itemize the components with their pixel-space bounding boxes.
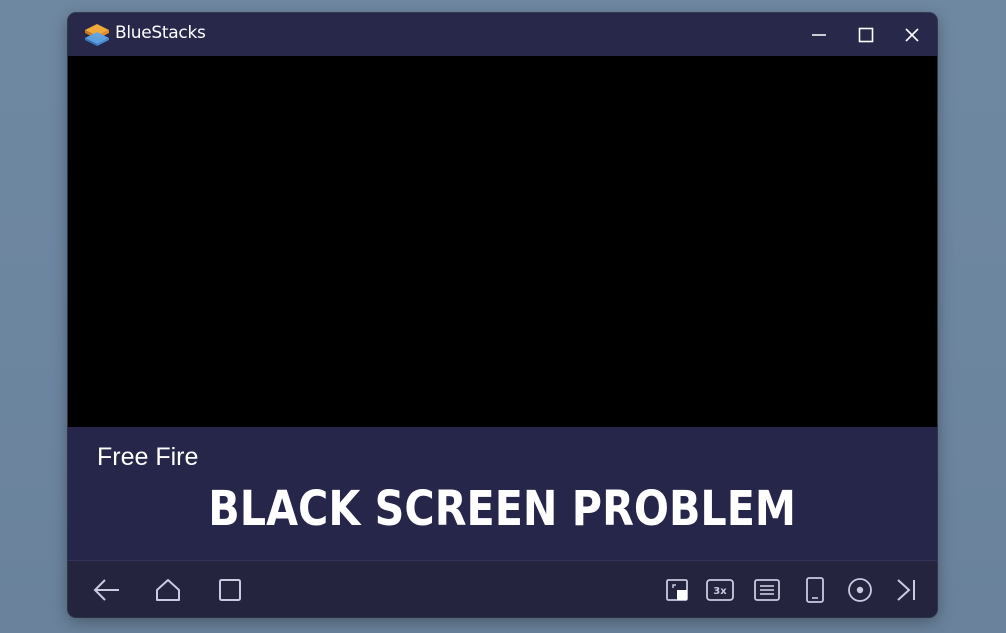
home-icon — [155, 578, 181, 602]
bluestacks-window: BlueStacks Free Fire BLACK SCREEN PROBLE… — [68, 13, 937, 617]
headline: BLACK SCREEN PROBLEM — [208, 481, 796, 537]
bottom-navigation-bar: 3x — [68, 560, 937, 617]
speed-label: 3x — [713, 586, 727, 597]
bluestacks-logo-icon — [84, 22, 110, 46]
record-icon — [847, 577, 873, 603]
menu-list-button[interactable] — [752, 575, 782, 605]
speed-3x-icon: 3x — [706, 579, 734, 601]
skip-end-icon — [895, 578, 917, 602]
close-icon — [904, 27, 920, 43]
caption-panel: Free Fire BLACK SCREEN PROBLEM — [68, 427, 937, 560]
back-icon — [93, 578, 121, 602]
close-button[interactable] — [898, 21, 926, 49]
skip-end-button[interactable] — [891, 575, 921, 605]
tablet-icon — [805, 577, 825, 603]
minimize-icon — [811, 27, 827, 43]
tablet-button[interactable] — [800, 575, 830, 605]
record-button[interactable] — [845, 575, 875, 605]
back-button[interactable] — [92, 575, 122, 605]
minimize-button[interactable] — [805, 21, 833, 49]
recent-apps-button[interactable] — [215, 575, 245, 605]
menu-list-icon — [754, 579, 780, 601]
app-title: BlueStacks — [115, 23, 206, 43]
home-button[interactable] — [153, 575, 183, 605]
recent-apps-icon — [219, 579, 241, 601]
game-name: Free Fire — [97, 443, 199, 471]
title-bar[interactable]: BlueStacks — [68, 13, 937, 56]
maximize-icon — [858, 27, 874, 43]
emulator-screen[interactable] — [68, 56, 937, 427]
screenshot-icon — [665, 578, 689, 602]
screenshot-button[interactable] — [662, 575, 692, 605]
maximize-button[interactable] — [852, 21, 880, 49]
speed-3x-button[interactable]: 3x — [705, 575, 735, 605]
